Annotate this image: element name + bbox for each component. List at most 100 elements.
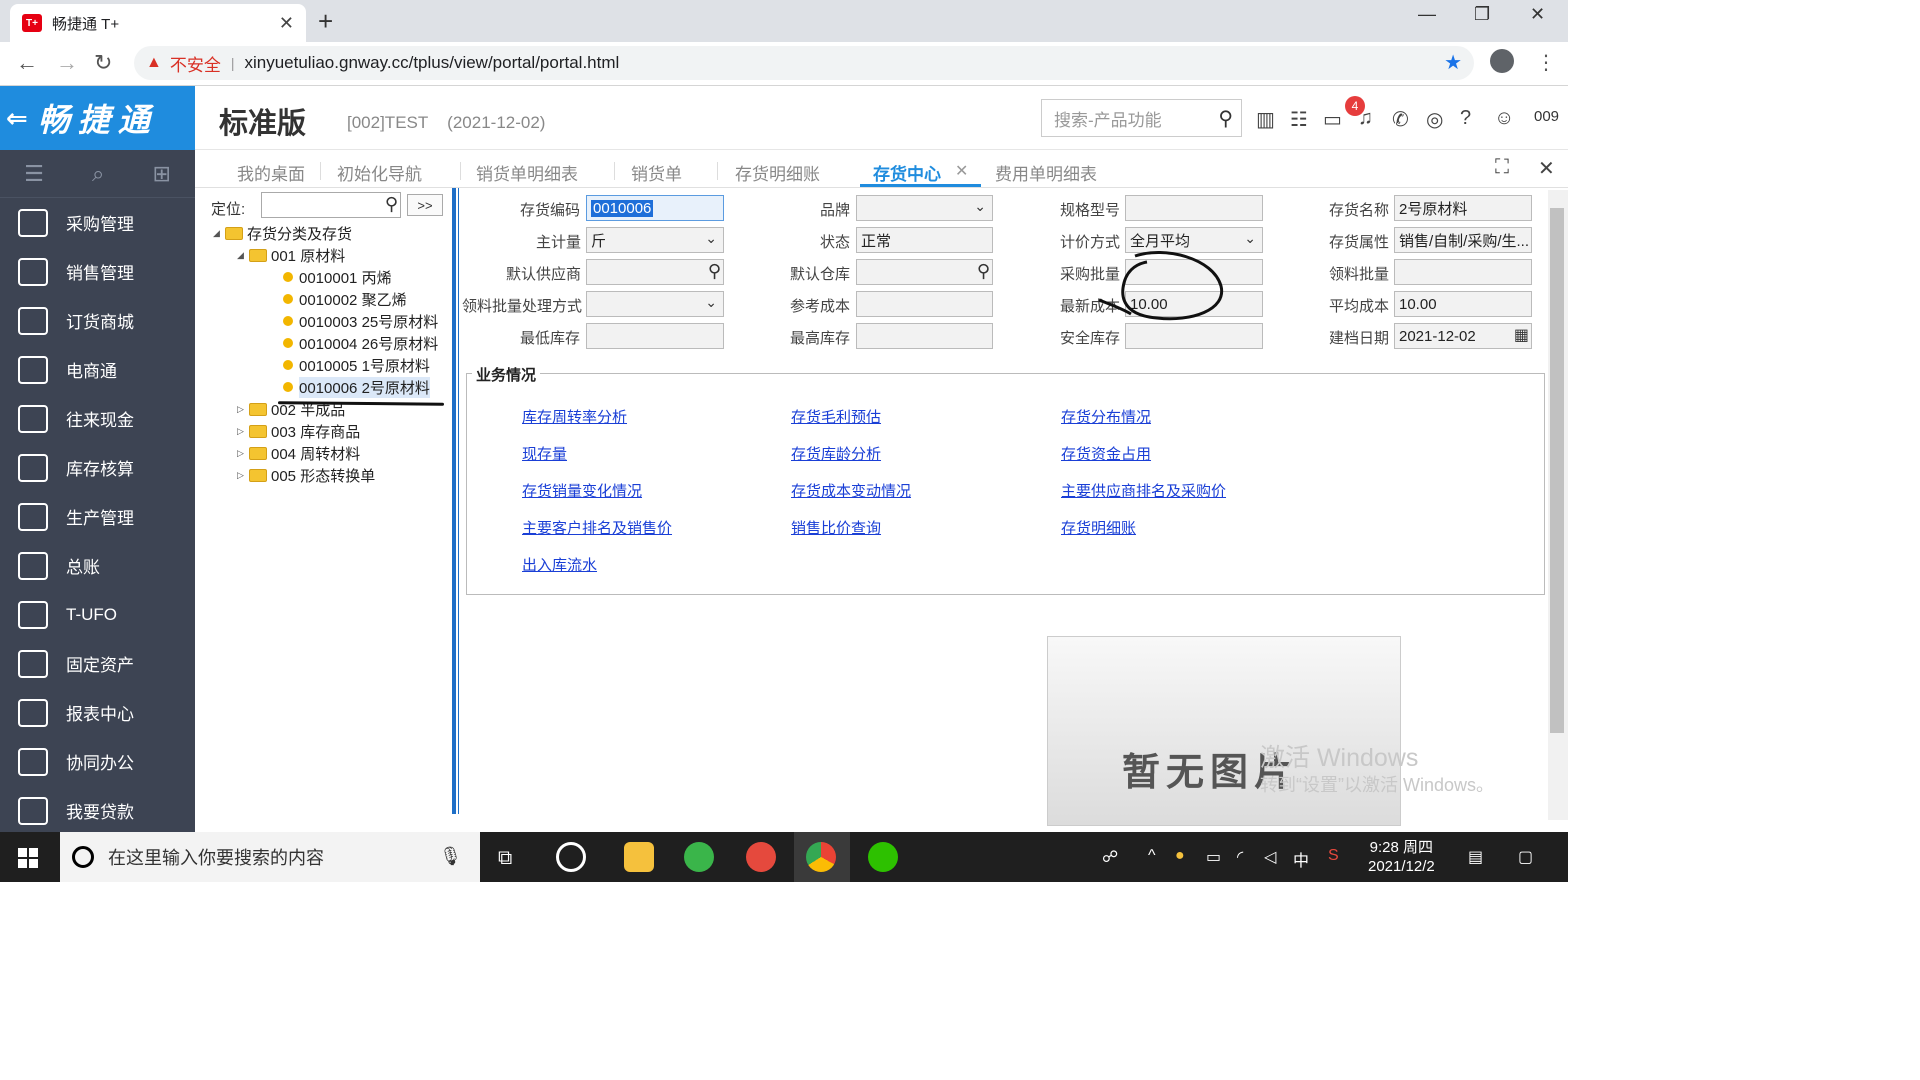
sogou-icon[interactable]: S <box>1328 847 1339 865</box>
brand-select[interactable]: ⌄ <box>856 195 993 221</box>
item-picture-placeholder[interactable]: 暂无图片 <box>1047 636 1401 826</box>
link-gross-profit[interactable]: 存货毛利预估 <box>791 406 881 427</box>
help-icon[interactable]: ? <box>1460 107 1471 130</box>
tree-leaf[interactable]: 0010001 丙烯 <box>273 266 392 288</box>
sidebar-item[interactable]: T-UFO <box>0 590 195 639</box>
hamburger-icon[interactable]: ☰ <box>24 161 44 187</box>
tree-node[interactable]: ▷ 003 库存商品 <box>237 420 360 442</box>
supplier-field[interactable]: ⚲ <box>586 259 724 285</box>
tab-sales-detail[interactable]: 销货单明细表 <box>476 160 578 185</box>
link-capital-usage[interactable]: 存货资金占用 <box>1061 443 1151 464</box>
link-aging-analysis[interactable]: 存货库龄分析 <box>791 443 881 464</box>
status-field[interactable]: 正常 <box>856 227 993 253</box>
sidebar-item[interactable]: 销售管理 <box>0 247 195 296</box>
search-icon[interactable]: ⚲ <box>1218 106 1233 131</box>
supplier-search-icon[interactable]: ⚲ <box>708 261 721 282</box>
chevron-down-icon[interactable]: ⌄ <box>1244 230 1256 247</box>
calculator-icon[interactable]: ▥ <box>1256 107 1275 132</box>
calendar-icon[interactable]: ▦ <box>1514 325 1529 345</box>
chevron-down-icon[interactable]: ⌄ <box>974 198 986 215</box>
pick-batch-field[interactable] <box>1394 259 1532 285</box>
tray-app-icon[interactable]: ● <box>1175 847 1185 865</box>
service-icon[interactable]: ◎ <box>1426 107 1443 132</box>
link-distribution[interactable]: 存货分布情况 <box>1061 406 1151 427</box>
ime-indicator[interactable]: 中 <box>1293 847 1309 871</box>
tree-root[interactable]: ◢ 存货分类及存货 <box>213 222 352 244</box>
warehouse-field[interactable]: ⚲ <box>856 259 993 285</box>
sidebar-item[interactable]: 电商通 <box>0 345 195 394</box>
add-menu-icon[interactable]: ⊞ <box>152 161 170 187</box>
link-inventory-ledger[interactable]: 存货明细账 <box>1061 517 1136 538</box>
ref-cost-field[interactable] <box>856 291 993 317</box>
profile-icon[interactable] <box>1490 49 1514 73</box>
unit-select[interactable]: 斤 ⌄ <box>586 227 724 253</box>
back-icon[interactable]: ← <box>16 50 38 76</box>
volume-icon[interactable]: ◁ <box>1264 847 1276 867</box>
tree-node[interactable]: ▷ 004 周转材料 <box>237 442 360 464</box>
windows-start-icon[interactable] <box>18 848 38 868</box>
url-text[interactable]: xinyuetuliao.gnway.cc/tplus/view/portal/… <box>244 53 619 73</box>
expand-arrow-icon[interactable]: ▷ <box>237 448 249 459</box>
pick-method-select[interactable]: ⌄ <box>586 291 724 317</box>
max-stock-field[interactable] <box>856 323 993 349</box>
tree-leaf[interactable]: 0010004 26号原材料 <box>273 332 438 354</box>
forward-icon[interactable]: → <box>56 50 78 76</box>
link-top-customers[interactable]: 主要客户排名及销售价 <box>522 517 672 538</box>
omnibox[interactable]: ▲ 不安全 | xinyuetuliao.gnway.cc/tplus/view… <box>134 46 1474 80</box>
expand-arrow-icon[interactable]: ▷ <box>237 470 249 481</box>
link-top-suppliers[interactable]: 主要供应商排名及采购价 <box>1061 480 1226 501</box>
product-search-input[interactable]: 搜索-产品功能 ⚲ <box>1041 99 1242 137</box>
minimize-icon[interactable]: — <box>1418 4 1436 25</box>
logo[interactable]: ⇐ 畅捷通 <box>0 86 195 150</box>
restore-icon[interactable]: ❐ <box>1474 4 1490 25</box>
app-pinwheel-icon[interactable] <box>556 842 586 872</box>
min-stock-field[interactable] <box>586 323 724 349</box>
new-tab-icon[interactable]: + <box>318 6 333 37</box>
taskbar-clock[interactable]: 9:28 周四 2021/12/2 <box>1368 838 1435 876</box>
attr-field[interactable]: 销售/自制/采购/生... <box>1394 227 1532 253</box>
close-tab-x-icon[interactable]: ✕ <box>955 161 968 181</box>
tab-init-guide[interactable]: 初始化导航 <box>337 160 422 185</box>
chevron-down-icon[interactable]: ⌄ <box>705 294 717 311</box>
task-view-icon[interactable]: ⧉ <box>498 847 512 870</box>
app-green-browser-icon[interactable] <box>684 842 714 872</box>
tab-inventory-center[interactable]: 存货中心 <box>873 160 941 185</box>
created-date-field[interactable]: 2021-12-02 ▦ <box>1394 323 1532 349</box>
tab-my-desktop[interactable]: 我的桌面 <box>237 160 305 185</box>
tab-inventory-ledger[interactable]: 存货明细账 <box>735 160 820 185</box>
battery-icon[interactable]: ▭ <box>1206 847 1221 867</box>
microphone-icon[interactable]: 🎙 <box>439 846 462 867</box>
bookmark-star-icon[interactable]: ★ <box>1444 50 1462 75</box>
app-feather-icon[interactable] <box>746 842 776 872</box>
tab-expense-detail[interactable]: 费用单明细表 <box>995 160 1097 185</box>
menu-icon[interactable]: ⋮ <box>1536 50 1556 75</box>
vertical-scrollbar[interactable] <box>1548 190 1568 820</box>
tree-node[interactable]: ▷ 005 形态转换单 <box>237 464 375 486</box>
message-icon[interactable]: ▭ <box>1323 107 1342 132</box>
bell-icon[interactable]: ♫ <box>1358 107 1373 130</box>
tree-leaf[interactable]: 0010003 25号原材料 <box>273 310 438 332</box>
avg-cost-field[interactable]: 10.00 <box>1394 291 1532 317</box>
sidebar-item[interactable]: 我要贷款 <box>0 786 195 835</box>
fullscreen-icon[interactable]: ⛶ <box>1495 156 1509 179</box>
panel-splitter[interactable] <box>452 188 456 814</box>
sidebar-item[interactable]: 总账 <box>0 541 195 590</box>
user-id[interactable]: 009 <box>1534 108 1559 125</box>
link-stock-on-hand[interactable]: 现存量 <box>522 443 567 464</box>
reload-icon[interactable]: ↻ <box>94 50 112 76</box>
link-cost-change[interactable]: 存货成本变动情况 <box>791 480 911 501</box>
locate-button[interactable]: >> <box>407 194 443 216</box>
wifi-icon[interactable]: ◜ <box>1237 847 1243 867</box>
close-all-icon[interactable]: ✕ <box>1538 156 1555 181</box>
back-arrow-icon[interactable]: ⇐ <box>6 103 28 134</box>
name-field[interactable]: 2号原材料 <box>1394 195 1532 221</box>
sidebar-item[interactable]: 往来现金 <box>0 394 195 443</box>
safe-stock-field[interactable] <box>1125 323 1263 349</box>
tree-node[interactable]: ◢ 001 原材料 <box>237 244 345 266</box>
locate-search-icon[interactable]: ⚲ <box>385 194 398 215</box>
search-menu-icon[interactable]: ⌕ <box>92 161 104 187</box>
sidebar-item[interactable]: 订货商城 <box>0 296 195 345</box>
close-window-icon[interactable]: ✕ <box>1530 4 1545 25</box>
expand-arrow-icon[interactable]: ▷ <box>237 404 249 415</box>
taskbar-search-box[interactable]: 在这里输入你要搜索的内容 🎙 <box>60 832 480 882</box>
